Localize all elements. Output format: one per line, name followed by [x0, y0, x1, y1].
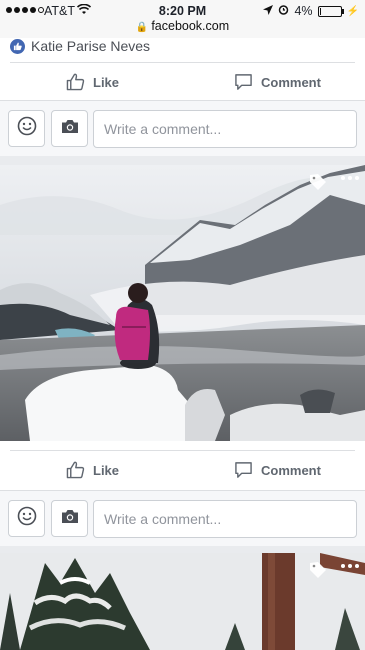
emoji-icon [17, 506, 37, 531]
reaction-summary[interactable]: Katie Parise Neves [10, 36, 150, 56]
comment-input[interactable]: Write a comment... [93, 500, 357, 538]
emoji-icon [17, 116, 37, 141]
mountain-photo [0, 165, 365, 441]
status-bar: AT&T 8:20 PM 4% ⚡ 🔒 facebook.com [0, 0, 365, 38]
post-card: Like Comment Write a comment... [0, 165, 365, 546]
divider [10, 450, 355, 451]
camera-button[interactable] [51, 500, 88, 537]
url-text: facebook.com [151, 19, 230, 33]
emoji-button[interactable] [8, 500, 45, 537]
alarm-icon [278, 4, 289, 18]
comment-icon [234, 73, 253, 91]
post-photo[interactable] [0, 553, 365, 650]
comment-composer: Write a comment... [0, 100, 365, 156]
thumbs-up-icon [66, 73, 85, 91]
tag-icon[interactable] [309, 561, 327, 579]
camera-icon [61, 509, 79, 529]
like-button[interactable]: Like [66, 63, 119, 101]
location-icon [263, 4, 274, 18]
thumbs-up-icon [66, 461, 85, 479]
action-bar: Like Comment [0, 451, 365, 489]
liked-by-name: Katie Parise Neves [31, 38, 151, 54]
more-icon[interactable] [341, 564, 359, 568]
lock-icon: 🔒 [135, 22, 149, 33]
like-label: Like [93, 74, 120, 90]
like-label: Like [93, 462, 120, 478]
battery-icon [317, 5, 344, 17]
like-button[interactable]: Like [66, 451, 119, 489]
comment-label: Comment [261, 74, 321, 90]
camera-icon [61, 119, 79, 139]
comment-composer: Write a comment... [0, 490, 365, 546]
emoji-button[interactable] [8, 110, 45, 147]
camera-button[interactable] [51, 110, 88, 147]
comment-label: Comment [261, 462, 321, 478]
more-icon[interactable] [341, 176, 359, 180]
comment-input[interactable]: Write a comment... [93, 110, 357, 148]
action-bar: Like Comment [0, 63, 365, 101]
comment-button[interactable]: Comment [234, 451, 321, 489]
charging-icon: ⚡ [346, 5, 359, 17]
post-photo[interactable] [0, 165, 365, 441]
comment-icon [234, 461, 253, 479]
address-bar[interactable]: 🔒 facebook.com [0, 19, 365, 33]
tag-icon[interactable] [309, 173, 327, 191]
comment-button[interactable]: Comment [234, 63, 321, 101]
post-card: Katie Parise Neves Like Comment Write a … [0, 38, 365, 156]
battery-percent: 4% [294, 4, 313, 18]
post-card [0, 553, 365, 650]
like-icon [10, 38, 25, 54]
